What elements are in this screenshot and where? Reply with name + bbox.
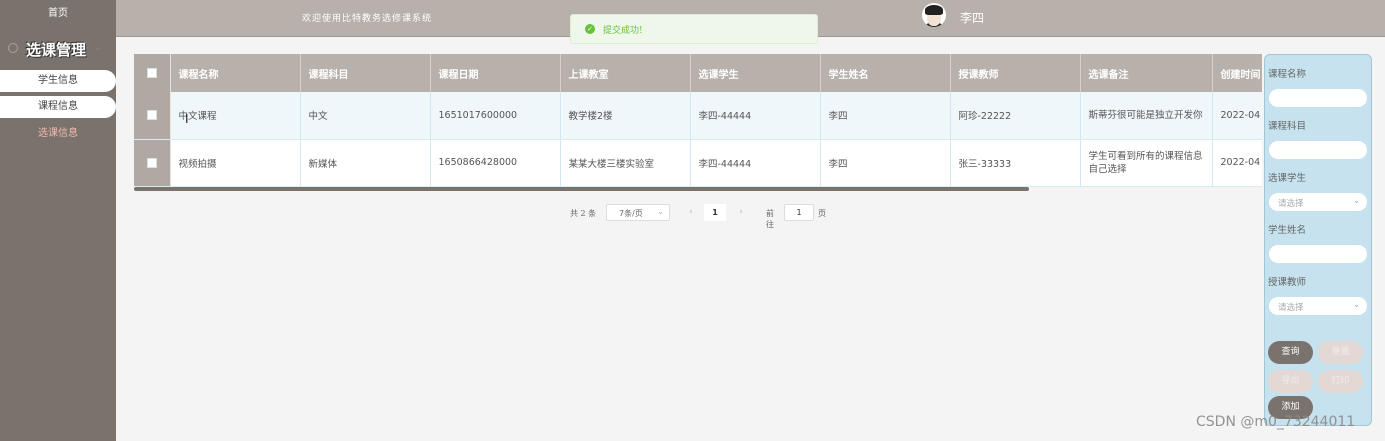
chevron-down-icon: ⌄ <box>1353 196 1360 205</box>
student-name-input[interactable] <box>1269 245 1367 263</box>
sidebar-item-course-info[interactable]: 课程信息 <box>0 96 116 118</box>
table-cell: 新媒体 <box>300 139 431 187</box>
table-cell: 学生可看到所有的课程信息自己选择 <box>1080 139 1213 187</box>
student-label: 选课学生 <box>1268 173 1307 184</box>
text-cursor-icon: I <box>185 112 189 126</box>
column-header: 上课教室 <box>560 54 691 92</box>
course-subject-label: 课程科目 <box>1268 121 1307 132</box>
teacher-select-placeholder: 请选择 <box>1278 303 1304 313</box>
table-cell: 阿珍-22222 <box>950 92 1081 140</box>
reset-button[interactable]: 重置 <box>1318 341 1363 364</box>
row-checkbox[interactable] <box>146 110 157 121</box>
table-cell: 1650866428000 <box>430 139 561 187</box>
horizontal-scrollbar[interactable] <box>134 187 1029 191</box>
query-button[interactable]: 查询 <box>1268 341 1313 364</box>
page-number[interactable]: 1 <box>704 204 726 221</box>
sidebar: 首页 选课管理 ⌄ 学生信息 课程信息 选课信息 <box>0 0 116 441</box>
data-table: 课程名称 课程科目 课程日期 上课教室 选课学生 学生姓名 授课教师 选课备注 … <box>134 54 1262 190</box>
table-cell: 李四-44444 <box>690 92 821 140</box>
filter-panel: 课程名称 课程科目 选课学生 请选择 ⌄ 学生姓名 授课教师 请选择 ⌄ 查询 … <box>1264 54 1372 426</box>
welcome-text: 欢迎使用比特教务选修课系统 <box>302 14 433 24</box>
table-cell: 教学楼2楼 <box>560 92 691 140</box>
total-count: 共 2 条 <box>570 209 597 218</box>
column-header: 选课学生 <box>690 54 821 92</box>
page-size-select[interactable]: 7条/页 ⌄ <box>606 204 670 221</box>
student-select-placeholder: 请选择 <box>1278 199 1304 209</box>
row-checkbox-cell[interactable] <box>134 92 171 140</box>
menu-group-course-selection[interactable]: 选课管理 ⌄ <box>0 36 116 62</box>
table-cell: 2022-04 <box>1212 139 1262 187</box>
select-all-checkbox-cell[interactable] <box>134 54 171 92</box>
home-link[interactable]: 首页 <box>0 0 116 28</box>
table-cell: 中文 <box>300 92 431 140</box>
course-name-label: 课程名称 <box>1268 69 1307 80</box>
table-cell: 中文课程 <box>170 92 301 140</box>
check-circle-icon: ✓ <box>585 24 595 34</box>
row-checkbox-cell[interactable] <box>134 139 171 187</box>
chevron-down-icon: ⌄ <box>1353 300 1360 309</box>
table-cell: 李四 <box>820 92 951 140</box>
column-header: 学生姓名 <box>820 54 951 92</box>
table-cell: 斯蒂芬很可能是独立开发你 <box>1080 92 1213 140</box>
page-size-value: 7条/页 <box>619 209 643 218</box>
table-cell: 李四 <box>820 139 951 187</box>
table-row[interactable]: 视频拍摄 新媒体 1650866428000 某某大楼三楼实验室 李四-4444… <box>134 139 1262 187</box>
row-checkbox[interactable] <box>146 157 157 168</box>
table-cell: 某某大楼三楼实验室 <box>560 139 691 187</box>
goto-page-input[interactable]: 1 <box>784 204 814 221</box>
column-header: 课程日期 <box>430 54 561 92</box>
column-header: 创建时间 <box>1212 54 1262 92</box>
chevron-down-icon: ⌄ <box>93 42 102 53</box>
table-cell: 2022-04 <box>1212 92 1262 140</box>
course-subject-input[interactable] <box>1269 141 1367 159</box>
username[interactable]: 李四 <box>960 9 984 26</box>
teacher-select[interactable]: 请选择 ⌄ <box>1269 297 1367 315</box>
teacher-label: 授课教师 <box>1268 277 1307 288</box>
menu-group-title: 选课管理 <box>26 41 87 59</box>
user-avatar[interactable] <box>922 3 946 27</box>
column-header: 授课教师 <box>950 54 1081 92</box>
sidebar-item-selection-info[interactable]: 选课信息 <box>0 123 116 145</box>
prev-page-button[interactable]: ‹ <box>682 204 700 221</box>
table-cell: 1651017600000 <box>430 92 561 140</box>
column-header: 课程科目 <box>300 54 431 92</box>
table-cell: 张三-33333 <box>950 139 1081 187</box>
table-cell: 李四-44444 <box>690 139 821 187</box>
column-header: 选课备注 <box>1080 54 1213 92</box>
goto-suffix: 页 <box>818 209 826 218</box>
export-button[interactable]: 导出 <box>1268 370 1313 393</box>
menu-circle-icon <box>8 43 18 53</box>
toast-message: 提交成功! <box>603 26 643 36</box>
print-button[interactable]: 打印 <box>1318 370 1363 393</box>
table-row[interactable]: 中文课程 中文 1651017600000 教学楼2楼 李四-44444 李四 … <box>134 92 1262 140</box>
watermark: CSDN @m0_73244011 <box>1196 414 1356 430</box>
chevron-down-icon: ⌄ <box>657 207 664 216</box>
sidebar-item-student-info[interactable]: 学生信息 <box>0 70 116 92</box>
student-name-label: 学生姓名 <box>1268 225 1307 236</box>
column-header: 课程名称 <box>170 54 301 92</box>
course-name-input[interactable] <box>1269 89 1367 107</box>
table-header-row: 课程名称 课程科目 课程日期 上课教室 选课学生 学生姓名 授课教师 选课备注 … <box>134 54 1262 92</box>
table-cell: 视频拍摄 <box>170 139 301 187</box>
select-all-checkbox[interactable] <box>146 67 157 78</box>
next-page-button[interactable]: › <box>732 204 750 221</box>
avatar-hair-shape <box>925 5 943 15</box>
goto-label: 前往 <box>766 209 774 229</box>
success-toast: ✓ 提交成功! <box>570 14 818 44</box>
student-select[interactable]: 请选择 ⌄ <box>1269 193 1367 211</box>
